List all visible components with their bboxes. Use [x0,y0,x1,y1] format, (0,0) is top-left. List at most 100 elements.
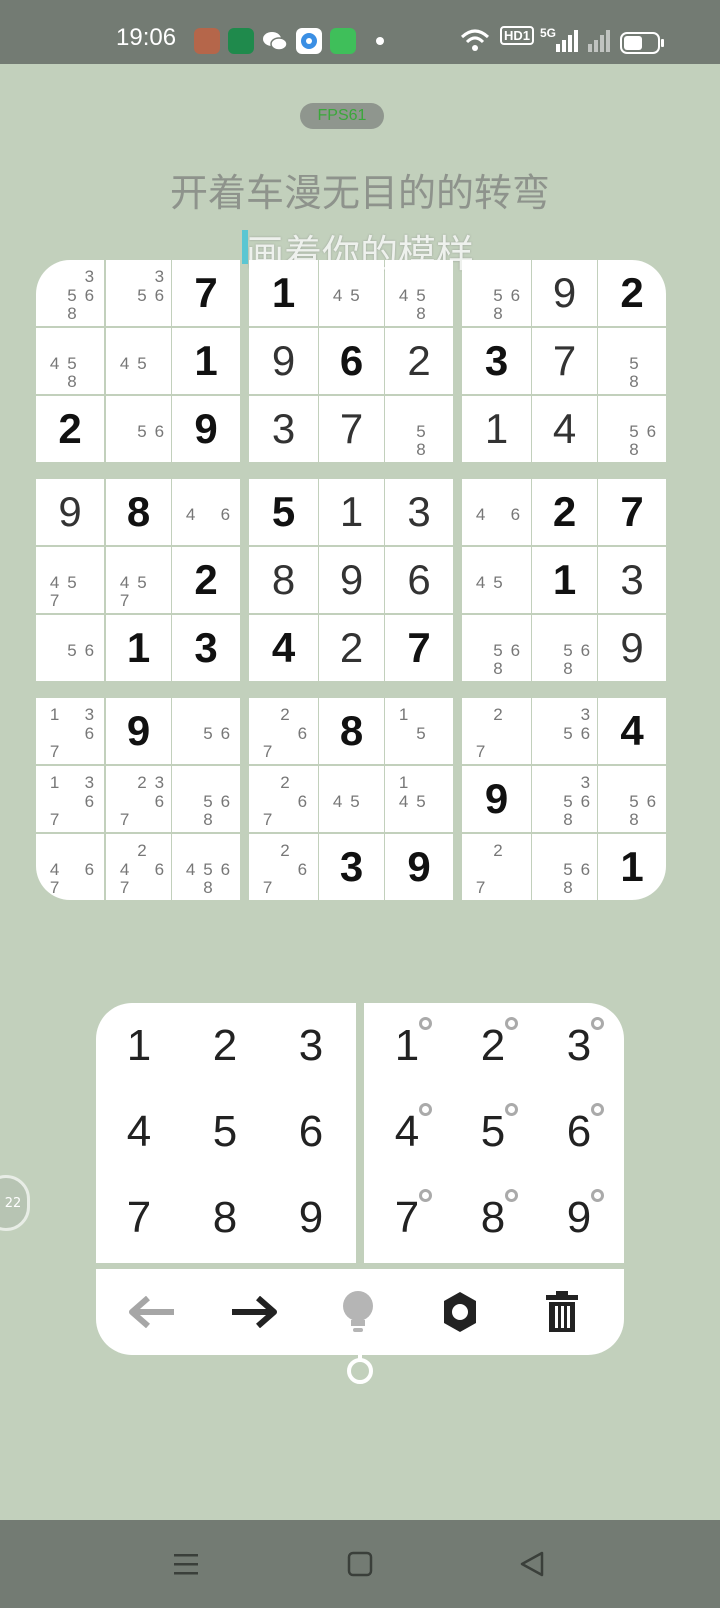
sudoku-cell[interactable]: 9 [319,547,384,613]
sudoku-cell[interactable]: 1 [462,396,531,462]
sudoku-cell[interactable]: 1 [249,260,318,326]
number-key[interactable]: 4 [96,1089,182,1175]
sudoku-cell[interactable]: 9 [598,615,666,681]
sudoku-cell[interactable]: 7 [172,260,240,326]
sudoku-cell[interactable]: 8 [319,698,384,764]
number-key[interactable]: 3 [268,1003,354,1089]
sudoku-cell[interactable]: 7 [532,328,597,394]
sudoku-cell[interactable]: 8 [106,479,171,545]
sudoku-cell[interactable]: 27 [462,834,531,900]
drag-handle[interactable] [347,1358,373,1384]
note-number-key[interactable]: 8 [450,1175,536,1261]
sudoku-cell[interactable]: 5 [249,479,318,545]
sudoku-cell[interactable]: 9 [249,328,318,394]
sudoku-cell[interactable]: 568 [532,615,597,681]
sudoku-cell[interactable]: 356 [106,260,171,326]
back-icon[interactable] [510,1542,554,1586]
sudoku-cell[interactable]: 4 [532,396,597,462]
sudoku-cell[interactable]: 7 [385,615,453,681]
sudoku-cell[interactable]: 458 [36,328,104,394]
sudoku-cell[interactable]: 56 [106,396,171,462]
sudoku-cell[interactable]: 15 [385,698,453,764]
sudoku-cell[interactable]: 3 [249,396,318,462]
sudoku-cell[interactable]: 3 [462,328,531,394]
sudoku-cell[interactable]: 26 7 [249,834,318,900]
number-key[interactable]: 9 [268,1175,354,1261]
note-number-key[interactable]: 5 [450,1089,536,1175]
sudoku-cell[interactable]: 4568 [172,834,240,900]
sudoku-cell[interactable]: 2 [172,547,240,613]
sudoku-cell[interactable]: 2 [385,328,453,394]
sudoku-cell[interactable]: 45 [319,766,384,832]
sudoku-cell[interactable]: 58 [598,328,666,394]
sudoku-cell[interactable]: 457 [36,547,104,613]
sudoku-cell[interactable]: 26 7 [249,698,318,764]
sudoku-cell[interactable]: 6 [319,328,384,394]
sudoku-cell[interactable]: 2 [319,615,384,681]
sudoku-cell[interactable]: 45 [106,328,171,394]
sudoku-cell[interactable]: 1 36 7 [36,698,104,764]
sudoku-cell[interactable]: 568 [172,766,240,832]
sudoku-cell[interactable]: 45 [462,547,531,613]
settings-gear-icon[interactable] [434,1286,486,1338]
sudoku-cell[interactable]: 568 [462,260,531,326]
sudoku-cell[interactable]: 1 36 7 [36,766,104,832]
note-number-key[interactable]: 9 [536,1175,622,1261]
sudoku-cell[interactable]: 1 [532,547,597,613]
sudoku-cell[interactable]: 2 [36,396,104,462]
menu-icon[interactable] [164,1542,208,1586]
note-number-key[interactable]: 4 [364,1089,450,1175]
sudoku-cell[interactable]: 3568 [36,260,104,326]
home-icon[interactable] [338,1542,382,1586]
sudoku-cell[interactable]: 1 [598,834,666,900]
number-key[interactable]: 6 [268,1089,354,1175]
sudoku-cell[interactable]: 56 [172,698,240,764]
sudoku-cell[interactable]: 2 [532,479,597,545]
sudoku-cell[interactable]: 7 [319,396,384,462]
sudoku-cell[interactable]: 145 [385,766,453,832]
sudoku-cell[interactable]: 1 [172,328,240,394]
sudoku-cell[interactable]: 3 [385,479,453,545]
sudoku-cell[interactable]: 6 [385,547,453,613]
note-number-key[interactable]: 3 [536,1003,622,1089]
trash-icon[interactable] [536,1286,588,1338]
sudoku-cell[interactable]: 58 [385,396,453,462]
note-number-key[interactable]: 1 [364,1003,450,1089]
undo-arrow-icon[interactable] [126,1286,178,1338]
sudoku-cell[interactable]: 356 [532,698,597,764]
sudoku-cell[interactable]: 4 6 7 [36,834,104,900]
sudoku-cell[interactable]: 4 [249,615,318,681]
sudoku-cell[interactable]: 3 [172,615,240,681]
sudoku-cell[interactable]: 568 [532,834,597,900]
sudoku-cell[interactable]: 2 [598,260,666,326]
floating-assistant-bubble[interactable]: 22 [0,1175,30,1231]
number-key[interactable]: 5 [182,1089,268,1175]
sudoku-cell[interactable]: 27 [462,698,531,764]
sudoku-cell[interactable]: 568 [598,766,666,832]
sudoku-cell[interactable]: 9 [36,479,104,545]
sudoku-cell[interactable]: 458 [385,260,453,326]
number-key[interactable]: 8 [182,1175,268,1261]
number-key[interactable]: 7 [96,1175,182,1261]
sudoku-cell[interactable]: 3 [598,547,666,613]
sudoku-cell[interactable]: 45 [319,260,384,326]
sudoku-cell[interactable]: 46 [462,479,531,545]
sudoku-cell[interactable]: 1 [319,479,384,545]
note-number-key[interactable]: 7 [364,1175,450,1261]
sudoku-cell[interactable]: 7 [598,479,666,545]
sudoku-cell[interactable]: 24 6 7 [106,834,171,900]
sudoku-cell[interactable]: 568 [462,615,531,681]
sudoku-cell[interactable]: 46 [172,479,240,545]
sudoku-cell[interactable]: 3 [319,834,384,900]
number-key[interactable]: 1 [96,1003,182,1089]
sudoku-cell[interactable]: 9 [462,766,531,832]
number-key[interactable]: 2 [182,1003,268,1089]
sudoku-cell[interactable]: 9 [532,260,597,326]
sudoku-cell[interactable]: 457 [106,547,171,613]
sudoku-cell[interactable]: 3568 [532,766,597,832]
hint-bulb-icon[interactable] [332,1286,384,1338]
sudoku-cell[interactable]: 236 7 [106,766,171,832]
sudoku-cell[interactable]: 26 7 [249,766,318,832]
note-number-key[interactable]: 2 [450,1003,536,1089]
sudoku-cell[interactable]: 4 [598,698,666,764]
